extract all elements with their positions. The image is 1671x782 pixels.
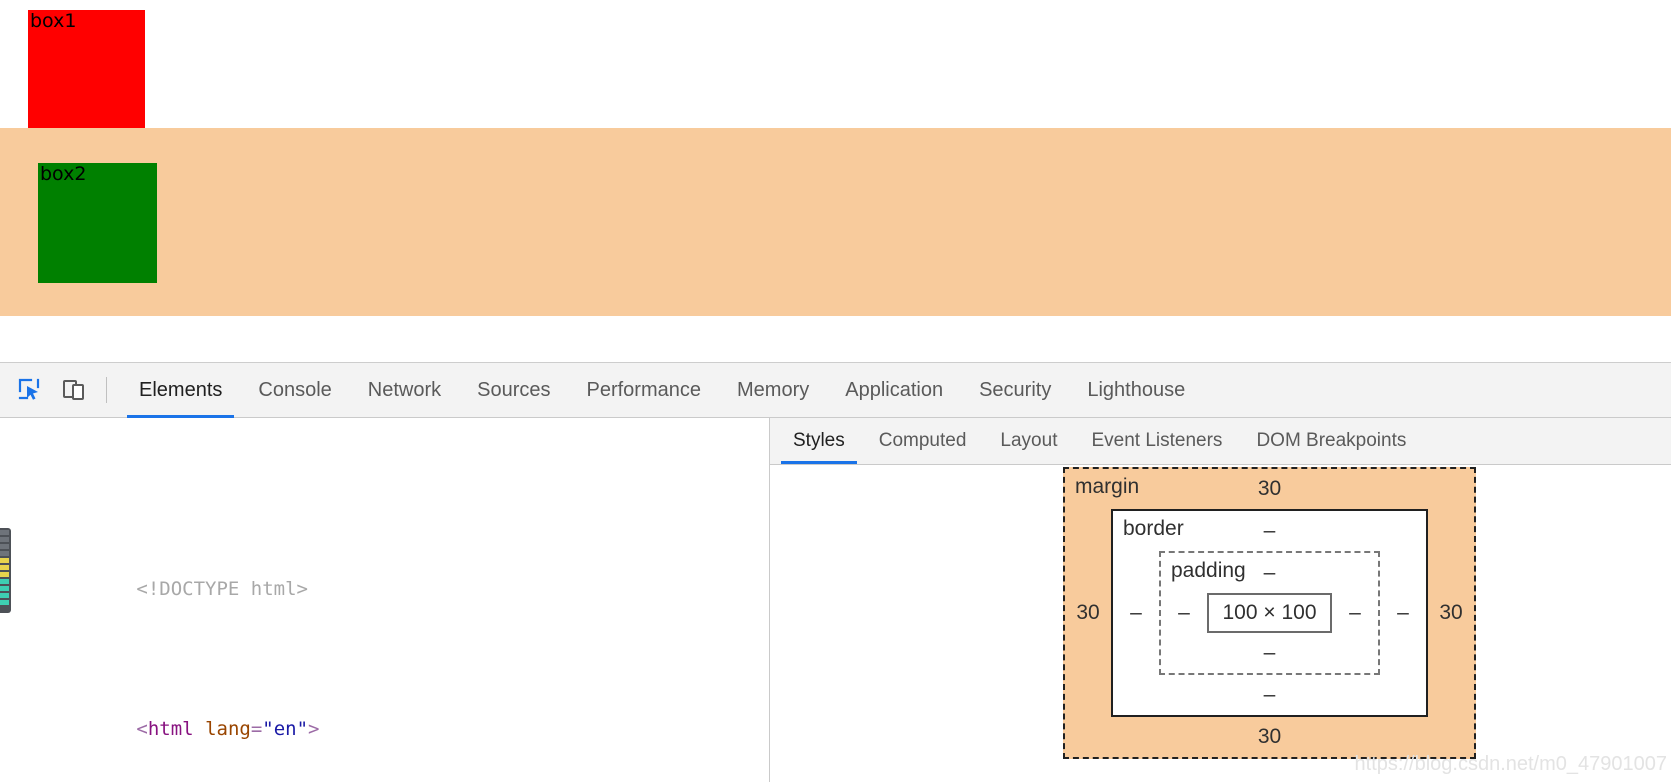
- sidebar-tab-layout[interactable]: Layout: [983, 418, 1074, 464]
- tab-sources[interactable]: Sources: [459, 363, 568, 418]
- sidebar-tab-computed[interactable]: Computed: [862, 418, 984, 464]
- device-toolbar-icon[interactable]: [52, 368, 96, 412]
- margin-left-value[interactable]: 30: [1065, 601, 1111, 625]
- tab-network[interactable]: Network: [350, 363, 459, 418]
- sidebar-tab-event-listeners[interactable]: Event Listeners: [1074, 418, 1239, 464]
- border-right-value[interactable]: –: [1380, 601, 1426, 625]
- tab-memory[interactable]: Memory: [719, 363, 827, 418]
- doctype-text: <!DOCTYPE html>: [136, 578, 308, 600]
- devtools-panel: Elements Console Network Sources Perform…: [0, 362, 1671, 782]
- sidebar-tab-layout-label: Layout: [1000, 430, 1058, 451]
- tab-security-label: Security: [979, 378, 1052, 401]
- padding-bottom-value[interactable]: –: [1161, 633, 1378, 673]
- box1-element[interactable]: box1: [28, 10, 145, 128]
- tab-console[interactable]: Console: [240, 363, 349, 418]
- box-model-margin-layer[interactable]: margin 30 30 border – – padding – – 100 …: [1063, 467, 1476, 759]
- tab-network-label: Network: [367, 378, 442, 401]
- tab-lighthouse[interactable]: Lighthouse: [1069, 363, 1203, 418]
- border-label: border: [1123, 517, 1184, 540]
- tab-memory-label: Memory: [737, 378, 810, 401]
- tab-elements[interactable]: Elements: [121, 363, 240, 418]
- html-tag-name: html: [147, 718, 194, 740]
- styles-sidebar: Styles Computed Layout Event Listeners D…: [770, 418, 1671, 782]
- sidebar-tab-event-listeners-label: Event Listeners: [1091, 430, 1223, 451]
- sidebar-tab-computed-label: Computed: [878, 430, 967, 451]
- box-model-diagram: margin 30 30 border – – padding – – 100 …: [1063, 467, 1476, 759]
- page-viewport: box1 box2: [0, 0, 1671, 362]
- html-attr-value: "en": [262, 718, 309, 740]
- margin-right-value[interactable]: 30: [1428, 601, 1474, 625]
- tab-console-label: Console: [258, 378, 332, 401]
- box2-label: box2: [40, 163, 87, 185]
- padding-left-value[interactable]: –: [1161, 601, 1207, 625]
- margin-bottom-value[interactable]: 30: [1065, 717, 1474, 757]
- html-open-gt: >: [308, 718, 320, 740]
- tab-security[interactable]: Security: [961, 363, 1069, 418]
- tab-elements-label: Elements: [139, 378, 223, 401]
- box-model-padding-layer[interactable]: padding – – 100 × 100 – –: [1159, 551, 1380, 675]
- box2-element[interactable]: box2: [38, 163, 157, 283]
- devtools-body: <!DOCTYPE html> <html lang="en"> ▶<head>…: [0, 418, 1671, 782]
- html-open-lt: <: [136, 718, 148, 740]
- dom-tree-panel[interactable]: <!DOCTYPE html> <html lang="en"> ▶<head>…: [0, 418, 770, 782]
- border-left-value[interactable]: –: [1113, 601, 1159, 625]
- sidebar-tab-dom-breakpoints[interactable]: DOM Breakpoints: [1239, 418, 1423, 464]
- tab-performance-label: Performance: [586, 378, 702, 401]
- html-attr-eq: =: [250, 718, 263, 740]
- sidebar-tab-styles[interactable]: Styles: [776, 418, 862, 464]
- tab-performance[interactable]: Performance: [569, 363, 720, 418]
- padding-label: padding: [1171, 559, 1246, 582]
- box-model-content-box[interactable]: 100 × 100: [1207, 593, 1332, 633]
- dom-tree[interactable]: <!DOCTYPE html> <html lang="en"> ▶<head>…: [0, 418, 769, 782]
- sidebar-tab-styles-label: Styles: [793, 430, 845, 451]
- margin-label: margin: [1075, 475, 1140, 498]
- dom-row-doctype[interactable]: <!DOCTYPE html>: [0, 537, 769, 600]
- tab-application-label: Application: [845, 378, 944, 401]
- tab-sources-label: Sources: [477, 378, 551, 401]
- tab-lighthouse-label: Lighthouse: [1087, 378, 1186, 401]
- content-size-value: 100 × 100: [1222, 601, 1317, 624]
- html-attr-name: lang: [205, 718, 251, 740]
- tab-application[interactable]: Application: [827, 363, 961, 418]
- border-bottom-value[interactable]: –: [1113, 675, 1426, 715]
- devtools-margin-highlight-overlay: [0, 128, 1671, 316]
- devtools-tab-bar: Elements Console Network Sources Perform…: [121, 363, 1203, 418]
- devtools-toolbar: Elements Console Network Sources Perform…: [0, 363, 1671, 418]
- sidebar-tab-bar: Styles Computed Layout Event Listeners D…: [770, 418, 1671, 465]
- box-model-border-layer[interactable]: border – – padding – – 100 × 100 – – – –: [1111, 509, 1428, 717]
- sidebar-tab-dom-breakpoints-label: DOM Breakpoints: [1256, 430, 1407, 451]
- padding-right-value[interactable]: –: [1332, 601, 1378, 625]
- toolbar-divider: [106, 377, 107, 403]
- inspect-cursor-icon[interactable]: [8, 368, 52, 412]
- dom-row-html[interactable]: <html lang="en">: [0, 677, 769, 740]
- box1-label: box1: [30, 10, 77, 32]
